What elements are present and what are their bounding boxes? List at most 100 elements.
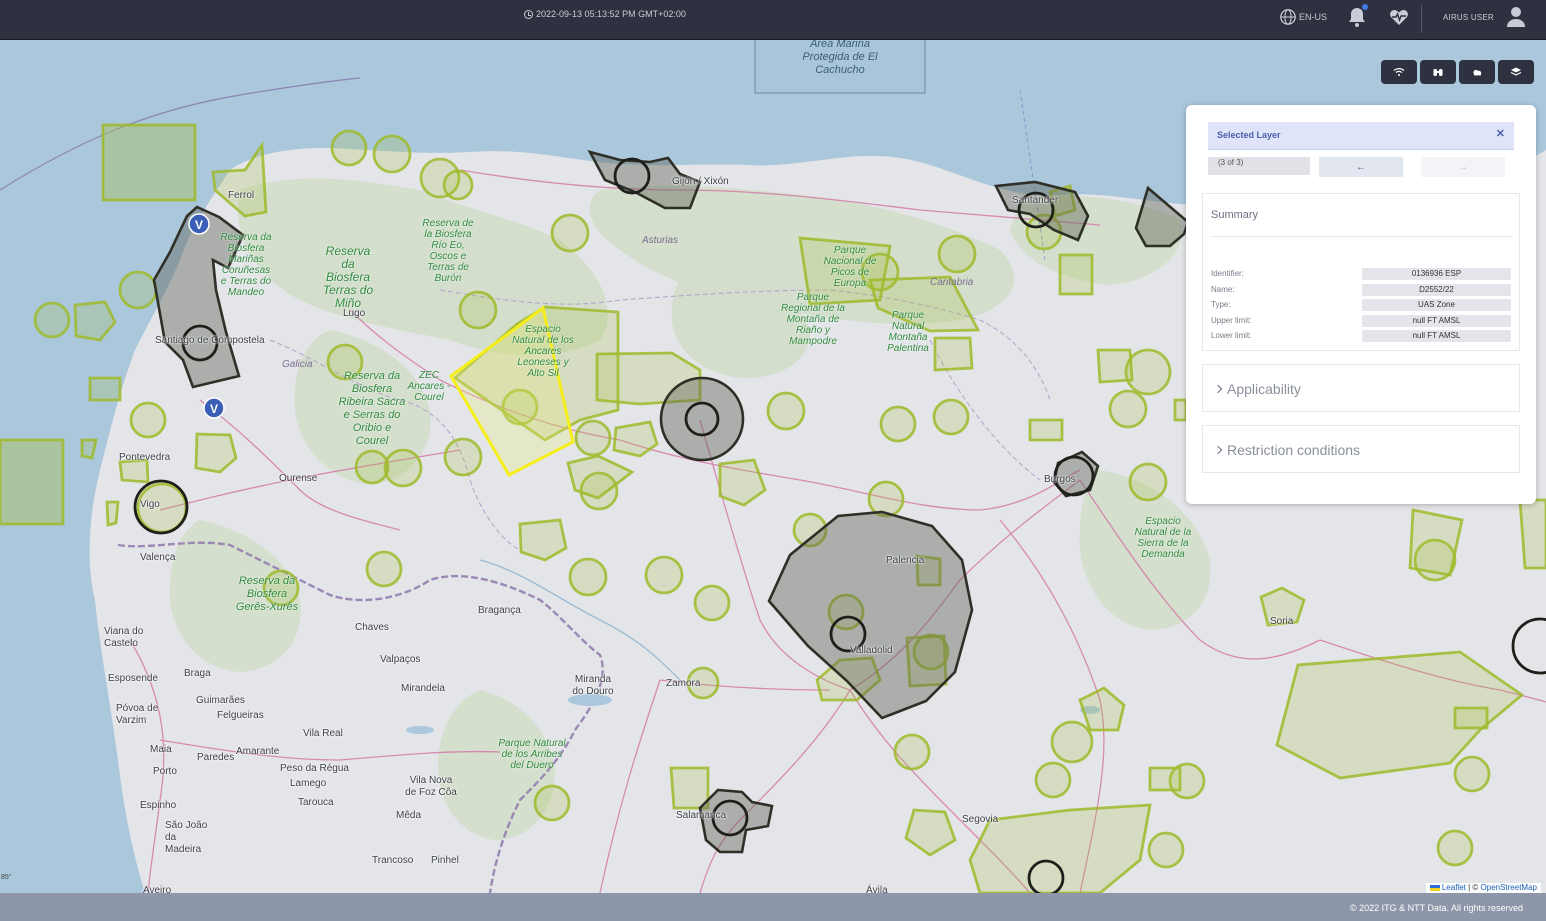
pager-count: (3 of 3) [1208, 157, 1310, 175]
summary-row-name: Name: D2552/22 [1211, 284, 1513, 296]
heart-pulse-icon[interactable] [1389, 7, 1409, 27]
weather-icon [1473, 69, 1482, 76]
place-label: Guimarães [196, 695, 245, 706]
field-label: Upper limit: [1211, 316, 1252, 325]
place-label: São João da Madeira [165, 820, 208, 855]
region-label: Galicia [282, 359, 313, 370]
layers-button[interactable] [1498, 60, 1534, 84]
leaflet-link[interactable]: Leaflet [1442, 883, 1466, 892]
park-label: Reserva da Biosfera Ribeira Sacra e Serr… [338, 370, 406, 447]
map-attribution: Leaflet | © OpenStreetMap [1425, 883, 1541, 893]
panel-header: Selected Layer ✕ [1208, 122, 1514, 150]
place-label: Pinhel [431, 855, 459, 866]
park-label: Reserva da Biosfera Gerês-Xurês [235, 575, 299, 613]
summary-row-identifier: Identifier: 0136936 ESP [1211, 268, 1513, 280]
place-label: Amarante [236, 746, 280, 757]
place-label: Porto [153, 766, 177, 777]
place-label: Póvoa de Varzim [116, 703, 159, 726]
place-label: Peso da Régua [280, 763, 349, 774]
binoculars-button[interactable] [1420, 60, 1456, 84]
previous-layer-button[interactable]: ← [1319, 157, 1403, 177]
user-icon[interactable] [1506, 6, 1526, 28]
summary-row-type: Type: UAS Zone [1211, 299, 1513, 311]
place-label: Pontevedra [119, 452, 171, 463]
place-label: Braga [184, 668, 211, 679]
place-label: Segovia [962, 814, 999, 825]
place-label: Paredes [197, 752, 235, 763]
restriction-conditions-accordion[interactable]: Restriction conditions [1202, 425, 1520, 473]
header-divider [1421, 5, 1422, 33]
notification-badge [1362, 4, 1368, 10]
place-label: Valença [140, 552, 176, 563]
park-label: Parque Natural Montaña Palentina [887, 310, 929, 354]
accordion-label: Applicability [1227, 381, 1301, 397]
place-label: Aveiro [143, 885, 172, 893]
region-label: Asturias [642, 235, 679, 246]
weather-button[interactable] [1459, 60, 1495, 84]
place-label: Chaves [355, 622, 389, 633]
place-label: Vila Nova de Foz Côa [405, 775, 457, 798]
selected-layer-panel: Selected Layer ✕ (3 of 3) ← → Summary Id… [1186, 105, 1536, 504]
park-label: Parque Natural de los Arribes del Duero [498, 738, 566, 771]
place-label: Burgos [1044, 474, 1076, 485]
next-layer-button[interactable]: → [1421, 157, 1505, 177]
chevron-right-icon [1213, 445, 1223, 455]
binoculars-icon [1433, 69, 1443, 76]
place-label: Bragança [478, 605, 521, 616]
place-label: Esposende [108, 673, 159, 684]
arrow-left-icon: ← [1356, 161, 1366, 173]
summary-title: Summary [1211, 209, 1259, 221]
region-label: Cantabria [930, 277, 974, 288]
clock-icon [524, 9, 533, 19]
place-label: Tarouca [298, 797, 334, 808]
field-label: Identifier: [1211, 269, 1244, 278]
svg-text:V: V [210, 402, 218, 416]
panel-title: Selected Layer [1217, 130, 1281, 140]
place-label: Gijón / Xixón [672, 176, 729, 187]
place-label: Soria [1270, 616, 1294, 627]
field-value: null FT AMSL [1362, 315, 1511, 327]
park-label: Parque Nacional de Picos de Europa [823, 245, 877, 289]
place-label: Vila Real [303, 728, 343, 739]
accordion-label: Restriction conditions [1227, 442, 1361, 458]
wifi-icon [1393, 68, 1405, 76]
top-bar: 2022-09-13 05:13:52 PM GMT+02:00 EN-US A… [0, 0, 1546, 40]
place-label: Zamora [666, 678, 701, 689]
summary-row-lower-limit: Lower limit: null FT AMSL [1211, 330, 1513, 342]
place-label: Santiago de Compostela [155, 335, 265, 346]
park-label: Reserva da Biosfera Terras do Miño [322, 244, 374, 310]
close-icon[interactable]: ✕ [1496, 127, 1505, 140]
attribution-separator: | © [1465, 883, 1481, 892]
field-value: null FT AMSL [1362, 330, 1511, 342]
field-label: Name: [1211, 285, 1235, 294]
divider [1211, 236, 1513, 237]
place-label: Ourense [279, 473, 318, 484]
place-label: Vigo [140, 499, 160, 510]
applicability-accordion[interactable]: Applicability [1202, 364, 1520, 412]
summary-row-upper-limit: Upper limit: null FT AMSL [1211, 315, 1513, 327]
place-label: Espinho [140, 800, 177, 811]
datetime: 2022-09-13 05:13:52 PM GMT+02:00 [524, 9, 686, 19]
park-label: Reserva da Biosfera Mariñas Coruñesas e … [220, 232, 272, 298]
wifi-button[interactable] [1381, 60, 1417, 84]
place-label: Felgueiras [217, 710, 264, 721]
park-label: Espacio Natural de los Ancares Leoneses … [512, 324, 574, 379]
place-label: Santander [1012, 195, 1059, 206]
scale-hint: 85° [1, 874, 12, 881]
park-label: Reserva de la Biosfera Río Eo, Oscos e T… [422, 218, 474, 284]
park-label: Área Marina Protegida de El Cachucho [802, 40, 878, 76]
place-label: Maia [150, 744, 172, 755]
language-selector[interactable]: EN-US [1279, 8, 1327, 26]
chevron-right-icon [1213, 384, 1223, 394]
field-value: UAS Zone [1362, 299, 1511, 311]
osm-link[interactable]: OpenStreetMap [1481, 883, 1537, 892]
place-label: Ferrol [228, 190, 255, 201]
place-label: Viana do Castelo [104, 626, 144, 649]
place-label: Mêda [396, 810, 422, 821]
place-label: Miranda do Douro [572, 674, 614, 697]
globe-icon [1280, 9, 1296, 25]
arrow-right-icon: → [1458, 161, 1468, 173]
summary-section: Summary Identifier: 0136936 ESP Name: D2… [1202, 193, 1520, 351]
place-label: Ávila [866, 885, 888, 893]
place-label: Valpaços [380, 654, 421, 665]
